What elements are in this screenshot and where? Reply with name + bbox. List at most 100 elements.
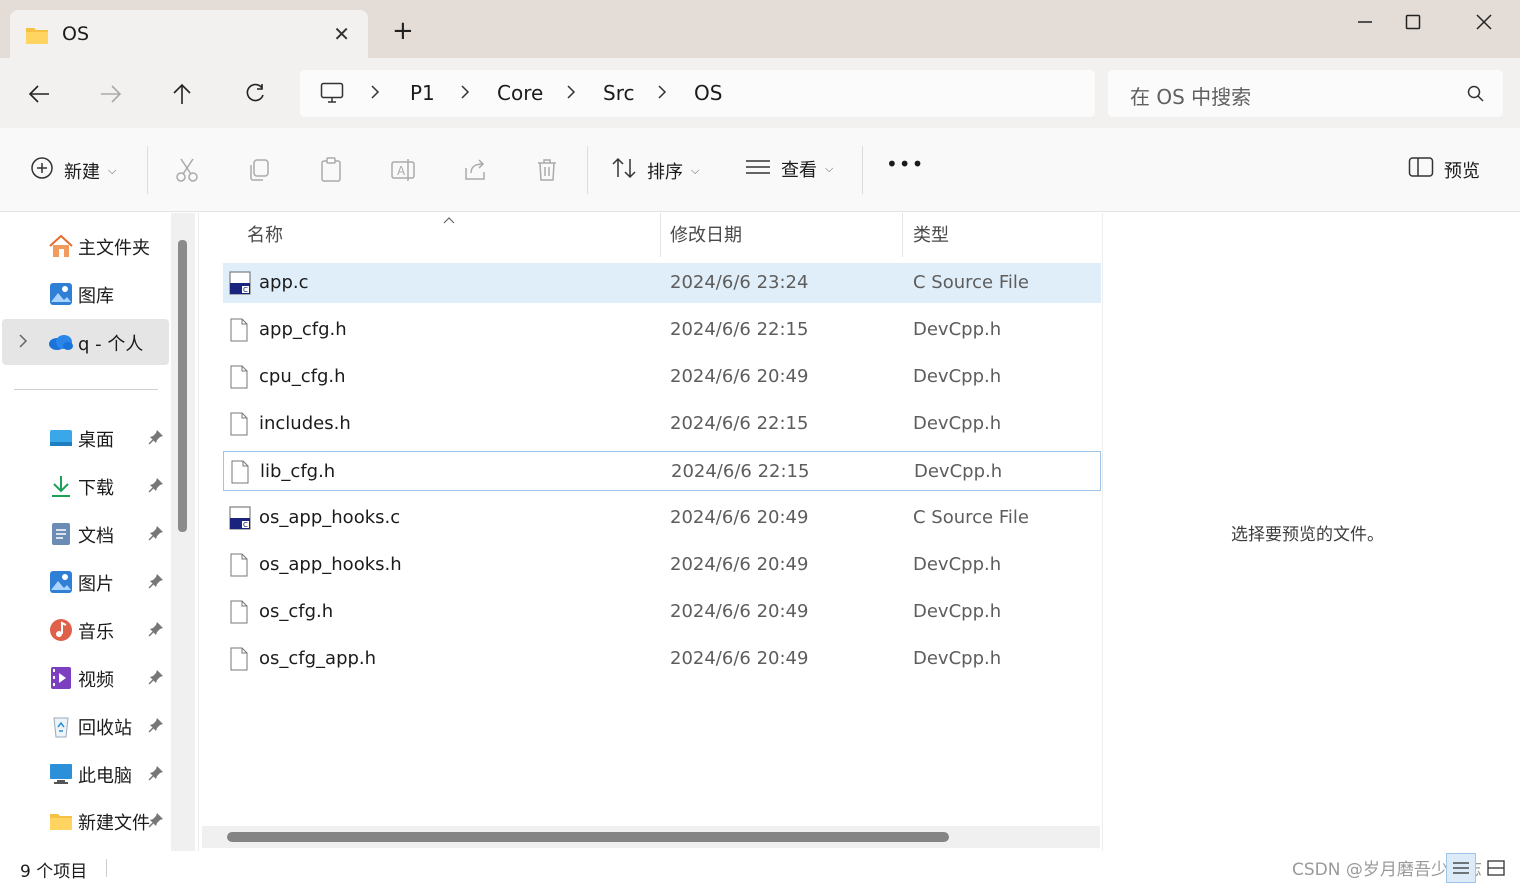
sidebar-item-recycle-bin[interactable]: 回收站 xyxy=(2,703,169,749)
tiles-view-button[interactable] xyxy=(1481,853,1511,883)
search-icon[interactable] xyxy=(1467,85,1485,108)
file-row[interactable]: os_cfg.h 2024/6/6 20:49 DevCpp.h xyxy=(223,592,1101,632)
breadcrumb-src[interactable]: Src xyxy=(603,81,634,105)
pin-icon[interactable] xyxy=(148,812,164,833)
preview-pane: 选择要预览的文件。 xyxy=(1102,213,1520,851)
delete-icon[interactable] xyxy=(533,156,561,184)
file-name: app.c xyxy=(259,272,309,293)
sidebar-item-onedrive[interactable]: q - 个人 xyxy=(2,319,169,365)
rename-icon[interactable]: A xyxy=(389,156,417,184)
share-icon[interactable] xyxy=(461,156,489,184)
file-row[interactable]: cpu_cfg.h 2024/6/6 20:49 DevCpp.h xyxy=(223,357,1101,397)
chevron-down-icon: ⌵ xyxy=(825,162,834,175)
sidebar-item-label: 回收站 xyxy=(78,718,132,739)
pin-icon[interactable] xyxy=(148,429,164,450)
up-button[interactable] xyxy=(162,74,202,114)
cut-icon[interactable] xyxy=(173,156,201,184)
sidebar-item-videos[interactable]: 视频 xyxy=(2,655,169,701)
file-name: cpu_cfg.h xyxy=(259,366,346,387)
horizontal-scrollbar-thumb[interactable] xyxy=(227,832,949,842)
sidebar-item-pictures[interactable]: 图片 xyxy=(2,559,169,605)
sidebar-item-label: 主文件夹 xyxy=(78,238,150,259)
recycle-bin-icon xyxy=(48,714,74,738)
plus-circle-icon xyxy=(30,156,54,185)
file-icon xyxy=(229,647,249,676)
back-button[interactable] xyxy=(19,74,59,114)
close-tab-icon[interactable]: ✕ xyxy=(333,22,350,46)
pin-icon[interactable] xyxy=(148,765,164,786)
sidebar-item-label: q - 个人 xyxy=(78,334,144,355)
sidebar-item-downloads[interactable]: 下载 xyxy=(2,463,169,509)
sidebar-divider xyxy=(14,389,158,390)
forward-button[interactable] xyxy=(91,74,131,114)
file-list: 名称 修改日期 类型 C app.c 2024/6/6 23:24 C Sour… xyxy=(198,213,1101,851)
file-row[interactable]: app_cfg.h 2024/6/6 22:15 DevCpp.h xyxy=(223,310,1101,350)
column-header-date[interactable]: 修改日期 xyxy=(670,221,742,247)
paste-icon[interactable] xyxy=(317,156,345,184)
search-box[interactable]: 在 OS 中搜索 xyxy=(1108,70,1503,117)
more-options-button[interactable]: ••• xyxy=(886,152,924,176)
column-header-name[interactable]: 名称 xyxy=(247,221,283,247)
file-row[interactable]: includes.h 2024/6/6 22:15 DevCpp.h xyxy=(223,404,1101,444)
sidebar-item-label: 此电脑 xyxy=(78,766,132,787)
close-window-button[interactable] xyxy=(1464,8,1504,36)
file-icon xyxy=(229,412,249,441)
item-count: 9 个项目 xyxy=(20,862,88,882)
file-type: DevCpp.h xyxy=(914,461,1003,482)
svg-text:C: C xyxy=(243,286,248,294)
onedrive-icon xyxy=(48,330,74,354)
sidebar-item-new-folder[interactable]: 新建文件夹 xyxy=(2,798,169,844)
search-placeholder: 在 OS 中搜索 xyxy=(1130,85,1252,109)
tab-title: OS xyxy=(62,23,90,45)
breadcrumb-p1[interactable]: P1 xyxy=(410,81,435,105)
file-row[interactable]: C app.c 2024/6/6 23:24 C Source File xyxy=(223,263,1101,303)
sidebar-item-desktop[interactable]: 桌面 xyxy=(2,415,169,461)
new-button[interactable]: 新建 ⌵ xyxy=(30,156,116,185)
new-tab-button[interactable]: + xyxy=(392,18,414,44)
column-header-type[interactable]: 类型 xyxy=(913,221,949,247)
chevron-right-icon xyxy=(370,83,380,106)
sidebar-item-documents[interactable]: 文档 xyxy=(2,511,169,557)
view-button[interactable]: 查看 ⌵ xyxy=(745,156,833,182)
address-bar[interactable]: P1 Core Src OS xyxy=(300,70,1095,117)
maximize-button[interactable] xyxy=(1393,8,1433,36)
computer-icon xyxy=(320,82,344,109)
pin-icon[interactable] xyxy=(148,573,164,594)
sidebar-item-this-pc[interactable]: 此电脑 xyxy=(2,751,169,797)
column-divider[interactable] xyxy=(902,213,903,257)
sidebar-scrollbar-thumb[interactable] xyxy=(178,240,187,532)
file-date: 2024/6/6 20:49 xyxy=(670,366,809,387)
pin-icon[interactable] xyxy=(148,525,164,546)
pin-icon[interactable] xyxy=(148,621,164,642)
pin-icon[interactable] xyxy=(148,477,164,498)
breadcrumb-core[interactable]: Core xyxy=(497,81,543,105)
file-type: DevCpp.h xyxy=(913,648,1002,669)
sidebar-item-home[interactable]: 主文件夹 xyxy=(2,223,169,269)
file-row[interactable]: os_app_hooks.h 2024/6/6 20:49 DevCpp.h xyxy=(223,545,1101,585)
file-name: app_cfg.h xyxy=(259,319,347,340)
sort-button[interactable]: 排序 ⌵ xyxy=(611,156,699,185)
refresh-button[interactable] xyxy=(235,74,275,114)
pin-icon[interactable] xyxy=(148,717,164,738)
breadcrumb-os[interactable]: OS xyxy=(694,81,722,105)
sidebar-item-label: 视频 xyxy=(78,670,114,691)
svg-text:C: C xyxy=(243,521,248,529)
sidebar-item-music[interactable]: 音乐 xyxy=(2,607,169,653)
file-row[interactable]: C os_app_hooks.c 2024/6/6 20:49 C Source… xyxy=(223,498,1101,538)
file-row[interactable]: os_cfg_app.h 2024/6/6 20:49 DevCpp.h xyxy=(223,639,1101,679)
file-row[interactable]: lib_cfg.h 2024/6/6 22:15 DevCpp.h xyxy=(223,451,1101,491)
minimize-button[interactable] xyxy=(1345,8,1385,36)
desktop-icon xyxy=(48,426,74,450)
preview-message: 选择要预览的文件。 xyxy=(1231,525,1384,545)
sidebar-item-gallery[interactable]: 图库 xyxy=(2,271,169,317)
pictures-icon xyxy=(48,570,74,594)
pin-icon[interactable] xyxy=(148,669,164,690)
column-divider[interactable] xyxy=(660,213,661,257)
preview-pane-button[interactable]: 预览 xyxy=(1408,156,1480,183)
details-view-button[interactable] xyxy=(1446,853,1476,883)
tab-os[interactable]: OS ✕ xyxy=(10,10,368,58)
copy-icon[interactable] xyxy=(245,156,273,184)
sort-icon xyxy=(611,156,637,185)
navigation-pane: 主文件夹 图库 q - 个人 桌面 下载 文档 图片 音乐 视频 回收站 此电脑… xyxy=(0,213,198,851)
chevron-right-icon[interactable] xyxy=(18,333,28,353)
